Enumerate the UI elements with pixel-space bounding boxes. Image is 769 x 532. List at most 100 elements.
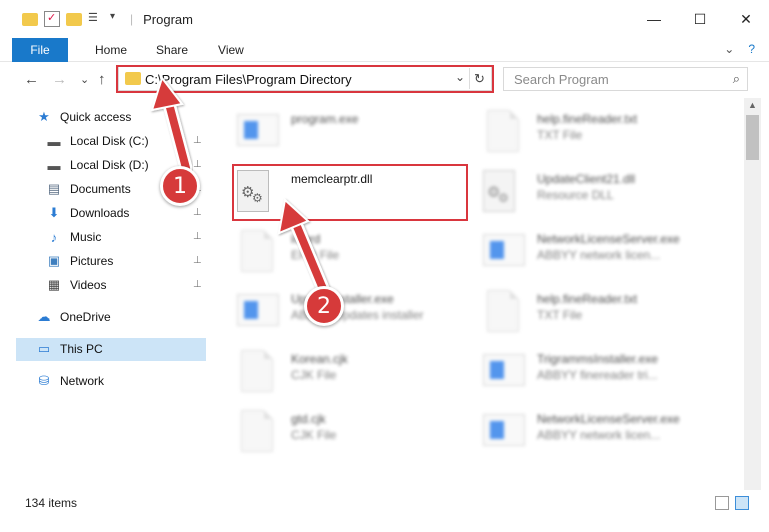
file-description: ABBYY network licen... (537, 428, 661, 442)
cloud-icon: ☁ (37, 309, 51, 324)
vertical-scrollbar[interactable]: ▲ (744, 98, 761, 490)
large-icons-view-icon[interactable] (735, 496, 749, 510)
sidebar-item[interactable]: ▬ Local Disk (D:) (46, 154, 149, 176)
sidebar-item[interactable]: ▦ Videos (46, 274, 107, 296)
close-button[interactable]: ✕ (723, 0, 769, 38)
file-name: help.fineReader.txt (537, 292, 638, 306)
pin-icon[interactable]: ⊥ (193, 255, 202, 266)
pin-icon[interactable]: ⊥ (193, 279, 202, 290)
sidebar-item-label: Downloads (70, 206, 130, 220)
help-icon[interactable]: ? (748, 42, 755, 56)
file-list: program.exe help.fineReader.txt TXT File ⚙ ⚙… (207, 98, 744, 490)
search-icon[interactable]: ⌕ (733, 71, 740, 87)
file-item[interactable]: program.exe (235, 106, 465, 164)
ribbon: File Home Share View ⌄ ? (0, 37, 769, 62)
sidebar-item[interactable]: ▭ This PC (36, 338, 103, 360)
file-name: NetworkLicenseServer.exe (537, 232, 680, 246)
file-name: help.fineReader.txt (537, 112, 638, 126)
back-button[interactable]: ← (24, 71, 39, 88)
search-placeholder: Search Program (514, 72, 609, 87)
scroll-thumb[interactable] (746, 115, 759, 160)
tab-home[interactable]: Home (95, 43, 127, 57)
pin-icon[interactable]: ⊥ (193, 207, 202, 218)
maximize-button[interactable]: ☐ (677, 0, 723, 38)
star-icon: ★ (38, 109, 50, 124)
new-folder-icon[interactable] (66, 12, 82, 26)
music-icon: ♪ (50, 229, 58, 245)
sidebar-item[interactable]: ⬇ Downloads (46, 202, 130, 224)
file-name: TrigrammsInstaller.exe (537, 352, 658, 366)
documents-icon: ▤ (47, 181, 61, 196)
file-tab[interactable]: File (12, 37, 68, 62)
exe-file-icon (481, 406, 525, 456)
file-item[interactable]: NetworkLicenseServer.exe ABBYY network li… (481, 406, 711, 464)
dll-highlight-box (232, 164, 468, 221)
pin-icon[interactable]: ⊥ (193, 135, 202, 146)
folder-icon[interactable] (22, 12, 38, 26)
sidebar-item-label: Documents (70, 182, 131, 196)
properties-icon[interactable]: ✓ (44, 11, 60, 27)
document-file-icon (235, 226, 277, 276)
expand-ribbon-icon[interactable]: ⌄ (724, 42, 734, 56)
file-item[interactable]: UpdateInstaller.exeABBYY Updates install… (235, 286, 465, 344)
file-description: CJK File (291, 368, 337, 382)
sidebar-item[interactable]: ★ Quick access (36, 106, 131, 128)
step-2-badge: 2 (304, 286, 344, 326)
chevron-down-icon[interactable]: ▾ (110, 11, 126, 27)
details-view-icon[interactable] (715, 496, 729, 510)
file-item[interactable]: help.fineReader.txt TXT File (481, 106, 711, 164)
up-button[interactable]: ↑ (98, 71, 106, 88)
forward-button[interactable]: → (52, 71, 67, 88)
dll-file-icon: ⚙ ⚙ (481, 166, 523, 216)
file-name: Korean.cjk (291, 352, 348, 366)
drive-icon: ▬ (47, 133, 61, 149)
sidebar-item[interactable]: ☁ OneDrive (36, 306, 111, 328)
network-icon: ⛁ (38, 373, 50, 388)
customize-toolbar-icon[interactable]: ☰ (88, 11, 104, 27)
file-name: lc.erd (291, 232, 321, 246)
pin-icon[interactable]: ⊥ (193, 231, 202, 242)
tab-share[interactable]: Share (156, 43, 188, 57)
sidebar-item-label: OneDrive (60, 310, 111, 324)
sidebar-item-label: Videos (70, 278, 107, 292)
title-bar: ✓ ☰ ▾ | Program — ☐ ✕ (0, 0, 769, 38)
file-item[interactable]: TrigrammsInstaller.exe ABBYY finereader t… (481, 346, 711, 404)
separator: | (130, 12, 134, 26)
sidebar-item[interactable]: ▤ Documents (46, 178, 131, 200)
tab-view[interactable]: View (218, 43, 244, 57)
pictures-icon: ▣ (47, 253, 61, 268)
document-file-icon (481, 286, 523, 336)
exe-file-icon (235, 286, 279, 336)
document-file-icon (235, 406, 277, 456)
exe-file-icon (481, 226, 525, 276)
download-icon: ⬇ (48, 205, 60, 220)
window-title: Program (143, 11, 193, 27)
document-file-icon (235, 346, 277, 396)
sidebar-item[interactable]: ♪ Music (46, 226, 102, 248)
exe-file-icon (481, 346, 525, 396)
file-item[interactable]: help.fineReader.txt TXT File (481, 286, 711, 344)
sidebar-item[interactable]: ▣ Pictures (46, 250, 114, 272)
file-description: TXT File (537, 128, 583, 142)
sidebar-item-label: Pictures (70, 254, 114, 268)
file-item[interactable]: Korean.cjk CJK File (235, 346, 465, 404)
file-description: CJK File (291, 428, 337, 442)
scroll-up-icon[interactable]: ▲ (748, 100, 757, 110)
search-input[interactable]: Search Program ⌕ (503, 67, 748, 91)
recent-locations-button[interactable]: ⌄ (80, 73, 89, 86)
file-item[interactable]: NetworkLicenseServer.exe ABBYY network li… (481, 226, 711, 284)
quick-access-toolbar: ✓ ☰ ▾ (22, 11, 126, 27)
step-1-badge: 1 (160, 166, 200, 206)
file-description: Resource DLL (537, 188, 614, 202)
sidebar-item[interactable]: ⛁ Network (36, 370, 104, 392)
minimize-button[interactable]: — (631, 0, 677, 38)
file-item[interactable]: ⚙ ⚙ UpdateClient21.dll Resource DLL (481, 166, 711, 224)
computer-icon: ▭ (37, 341, 51, 356)
sidebar-item-label: This PC (60, 342, 103, 356)
file-item[interactable]: gtd.cjk CJK File (235, 406, 465, 464)
document-file-icon (481, 106, 523, 156)
file-item[interactable]: lc.erd ERD File (235, 226, 465, 284)
sidebar-item-label: Network (60, 374, 105, 388)
sidebar-item[interactable]: ▬ Local Disk (C:) (46, 130, 149, 152)
pin-icon[interactable]: ⊥ (193, 159, 202, 170)
